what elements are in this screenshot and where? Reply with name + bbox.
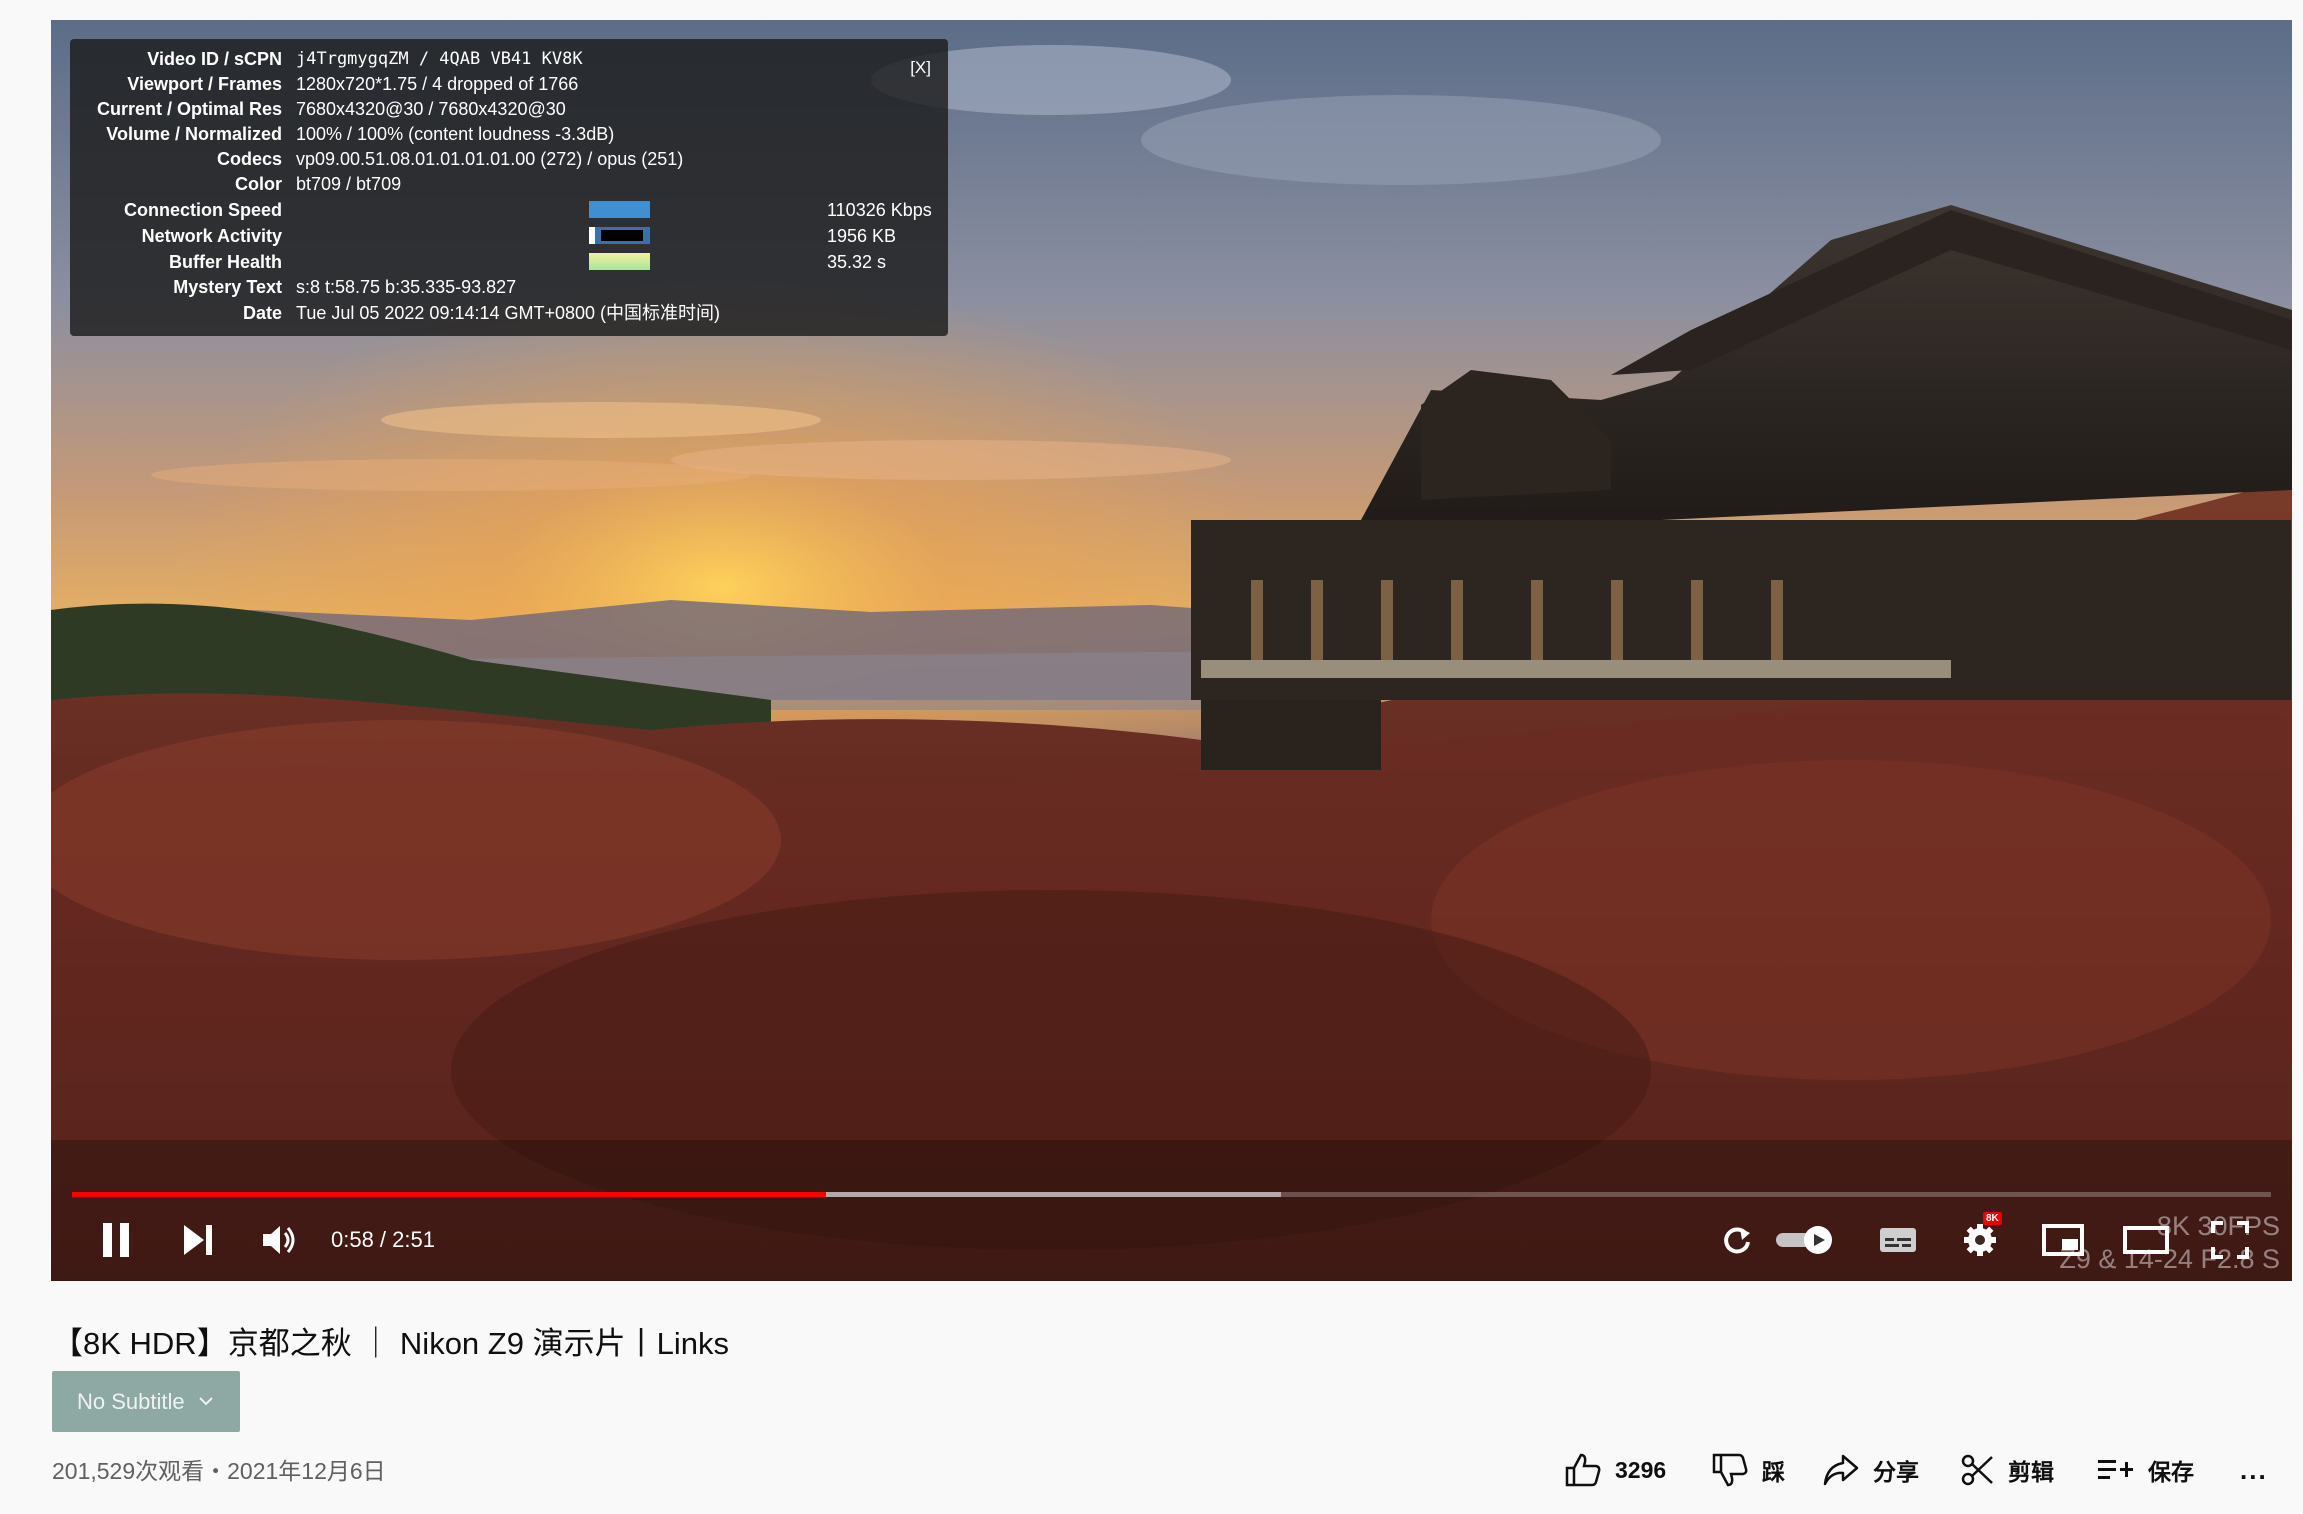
stat-value-network-activity: 1956 KB: [827, 226, 897, 246]
save-label: 保存: [2148, 1459, 2194, 1485]
video-meta: 201,529次观看・2021年12月6日: [52, 1458, 386, 1484]
stat-value-codecs: vp09.00.51.08.01.01.01.01.00 (272) / opu…: [296, 149, 684, 169]
stat-label-video-id: Video ID / sCPN: [147, 49, 282, 69]
stats-for-nerds-panel: [X] Video ID / sCPN j4TrgmygqZM / 4QAB V…: [70, 39, 948, 336]
subtitle-dropdown[interactable]: No Subtitle: [52, 1371, 240, 1432]
clip-button[interactable]: 剪辑: [1960, 1453, 2054, 1487]
subtitles-button[interactable]: [1873, 1217, 1923, 1263]
stat-value-color: bt709 / bt709: [296, 174, 402, 194]
thumbs-up-icon: [1565, 1453, 1601, 1487]
dislike-button[interactable]: 踩: [1712, 1453, 1785, 1487]
share-label: 分享: [1873, 1459, 1919, 1485]
stat-label-connection-speed: Connection Speed: [123, 200, 282, 220]
video-player[interactable]: [X] Video ID / sCPN j4TrgmygqZM / 4QAB V…: [51, 20, 2292, 1281]
more-icon: ...: [2240, 1454, 2268, 1485]
stat-label-codecs: Codecs: [216, 149, 282, 169]
replay-button[interactable]: [1714, 1217, 1760, 1263]
settings-button[interactable]: 8K: [1956, 1212, 2006, 1264]
share-icon: [1823, 1454, 1859, 1486]
dislike-button-wrap: 踩: [1712, 1448, 1785, 1492]
playlist-add-icon: [2098, 1460, 2133, 1479]
progress-played: [72, 1192, 827, 1197]
pause-icon: [103, 1223, 129, 1257]
stat-value-resolution: 7680x4320@30 / 7680x4320@30: [296, 99, 566, 119]
progress-bar[interactable]: [72, 1192, 2271, 1197]
stat-value-video-id: j4TrgmygqZM / 4QAB VB41 KV8K: [296, 49, 583, 69]
stat-label-resolution: Current / Optimal Res: [96, 99, 282, 119]
chevron-down-icon: [198, 1393, 213, 1410]
subtitle-dropdown-label: No Subtitle: [77, 1388, 185, 1414]
pause-button[interactable]: [93, 1217, 139, 1263]
share-button-wrap: 分享: [1823, 1448, 1919, 1492]
scissors-icon: [1961, 1454, 1993, 1486]
watermark-line-2: Z9 & 14-24 F2.8 S: [2059, 1244, 2280, 1274]
stat-value-volume: 100% / 100% (content loudness -3.3dB): [296, 124, 615, 144]
stat-value-buffer-health: 35.32 s: [827, 252, 887, 272]
like-count: 3296: [1615, 1456, 1667, 1483]
autoplay-toggle-icon: [1776, 1226, 1832, 1254]
next-icon: [184, 1225, 212, 1255]
like-button[interactable]: 3296: [1565, 1453, 1666, 1487]
clip-label: 剪辑: [2008, 1459, 2054, 1485]
save-button-wrap: 保存: [2096, 1448, 2194, 1492]
replay-icon: [1724, 1227, 1750, 1254]
connection-speed-graph: [589, 201, 650, 218]
video-watermark: 8K 30FPS Z9 & 14-24 F2.8 S: [2059, 1210, 2280, 1276]
stat-value-mystery-text: s:8 t:58.75 b:35.335-93.827: [296, 277, 517, 297]
save-button[interactable]: 保存: [2096, 1453, 2194, 1487]
time-display: 0:58 / 2:51: [331, 1227, 435, 1252]
subtitles-icon: [1880, 1228, 1916, 1252]
stat-label-mystery-text: Mystery Text: [173, 277, 282, 297]
stat-label-viewport: Viewport / Frames: [127, 74, 282, 94]
stat-value-connection-speed: 110326 Kbps: [827, 200, 932, 220]
volume-button[interactable]: [256, 1217, 302, 1263]
share-button[interactable]: 分享: [1823, 1453, 1919, 1487]
network-activity-graph: [589, 227, 650, 244]
volume-icon: [263, 1226, 295, 1254]
buffer-health-graph: [589, 253, 650, 270]
more-actions-button[interactable]: ...: [2240, 1455, 2268, 1486]
thumbs-down-icon: [1712, 1453, 1748, 1487]
stat-label-volume: Volume / Normalized: [106, 124, 282, 144]
quality-badge: 8K: [1983, 1212, 2002, 1225]
stat-label-network-activity: Network Activity: [141, 226, 282, 246]
dislike-label: 踩: [1762, 1459, 1785, 1485]
video-title: 【8K HDR】京都之秋 ｜ Nikon Z9 演示片丨Links: [52, 1326, 729, 1361]
stat-label-buffer-health: Buffer Health: [168, 252, 282, 272]
watermark-line-1: 8K 30FPS: [2156, 1211, 2280, 1241]
more-button-wrap: ...: [2240, 1448, 2268, 1492]
stat-value-viewport: 1280x720*1.75 / 4 dropped of 1766: [296, 74, 579, 94]
like-button-group: 3296: [1565, 1448, 1666, 1492]
stat-value-date: Tue Jul 05 2022 09:14:14 GMT+0800 (中国标准时…: [296, 303, 721, 323]
autoplay-toggle[interactable]: [1773, 1217, 1835, 1263]
next-button[interactable]: [175, 1217, 221, 1263]
stats-close-button[interactable]: [X]: [910, 55, 931, 81]
stat-label-date: Date: [242, 303, 282, 323]
stat-label-color: Color: [235, 174, 282, 194]
clip-button-wrap: 剪辑: [1960, 1448, 2054, 1492]
